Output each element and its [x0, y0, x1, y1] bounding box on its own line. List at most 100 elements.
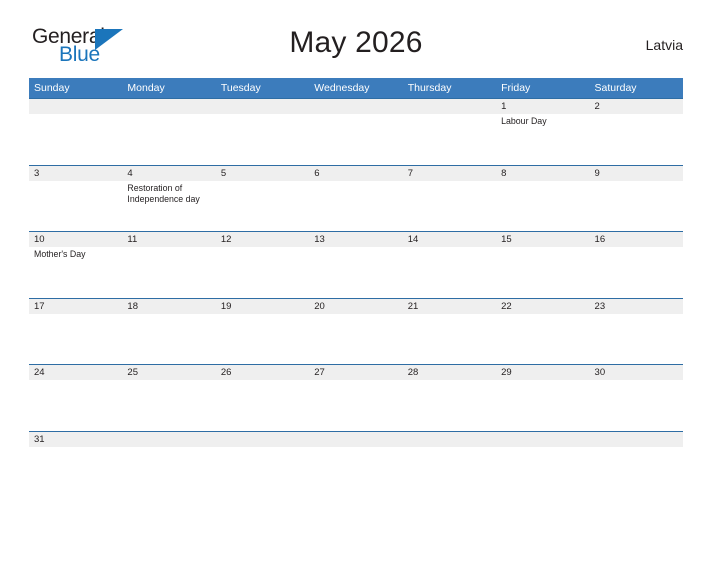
day-event	[216, 114, 309, 164]
day-number[interactable]: 21	[403, 299, 496, 314]
day-number[interactable]: 5	[216, 166, 309, 181]
weekday-header-friday: Friday	[501, 82, 531, 94]
day-number[interactable]: 1	[496, 99, 589, 114]
day-event-strip	[29, 380, 683, 431]
day-event	[216, 181, 309, 231]
day-event	[590, 114, 683, 164]
day-event: Restoration of Independence day	[127, 182, 200, 205]
day-event-strip: Labour Day	[29, 114, 683, 164]
calendar-table: Sunday Monday Tuesday Wednesday Thursday…	[29, 78, 683, 498]
day-event-strip	[29, 313, 683, 364]
day-number[interactable]: 10	[29, 232, 122, 247]
day-number[interactable]: 14	[403, 232, 496, 247]
week-row: 24 25 26 27 28 29 30	[29, 364, 683, 431]
country-label: Latvia	[645, 37, 683, 53]
day-number[interactable]	[309, 99, 402, 114]
day-number[interactable]	[122, 432, 215, 447]
page-title: May 2026	[289, 26, 423, 59]
day-number[interactable]: 4	[122, 166, 215, 181]
day-number[interactable]	[122, 99, 215, 114]
day-event	[590, 447, 683, 497]
day-event	[590, 181, 683, 231]
day-event	[403, 314, 496, 364]
day-number[interactable]: 15	[496, 232, 589, 247]
weekday-header-monday: Monday	[127, 82, 165, 94]
day-number[interactable]: 9	[590, 166, 683, 181]
day-number[interactable]: 20	[309, 299, 402, 314]
week-row: 10 11 12 13 14 15 16 Mother's Day	[29, 231, 683, 298]
day-number[interactable]: 6	[309, 166, 402, 181]
day-number[interactable]: 2	[590, 99, 683, 114]
day-event	[309, 181, 402, 231]
day-event-strip: Restoration of Independence day	[29, 180, 683, 231]
day-event	[216, 314, 309, 364]
day-event-strip	[29, 446, 683, 497]
day-number[interactable]	[403, 99, 496, 114]
day-event	[216, 380, 309, 430]
day-event	[496, 380, 589, 430]
day-number[interactable]	[403, 432, 496, 447]
day-number-strip: 3 4 5 6 7 8 9	[29, 165, 683, 181]
week-row: 1 2 Labour Day	[29, 98, 683, 165]
day-number[interactable]	[309, 432, 402, 447]
day-event	[403, 247, 496, 297]
day-event-strip: Mother's Day	[29, 247, 683, 298]
day-event	[403, 114, 496, 164]
day-number-strip: 10 11 12 13 14 15 16	[29, 232, 683, 248]
weekday-header-saturday: Saturday	[594, 82, 637, 94]
day-number-strip: 1 2	[29, 99, 683, 114]
weekday-header-tuesday: Tuesday	[220, 82, 261, 94]
day-number-strip: 17 18 19 20 21 22 23	[29, 298, 683, 314]
day-number[interactable]: 29	[496, 365, 589, 380]
day-number-strip: 31	[29, 431, 683, 447]
day-number[interactable]: 17	[29, 299, 122, 314]
week-row: 17 18 19 20 21 22 23	[29, 297, 683, 365]
day-number[interactable]: 28	[403, 365, 496, 380]
day-number[interactable]: 3	[29, 166, 122, 181]
week-row: 31	[29, 430, 683, 498]
page-header: General Blue May 2026 Latvia	[29, 22, 683, 78]
day-event	[122, 314, 215, 364]
week-row: 3 4 5 6 7 8 9 Restoration of Independenc…	[29, 164, 683, 232]
day-number[interactable]	[590, 432, 683, 447]
day-number[interactable]: 12	[216, 232, 309, 247]
day-event	[29, 181, 122, 231]
day-number[interactable]: 7	[403, 166, 496, 181]
day-number[interactable]: 27	[309, 365, 402, 380]
day-number[interactable]	[496, 432, 589, 447]
day-event	[29, 314, 122, 364]
day-number[interactable]: 13	[309, 232, 402, 247]
day-number[interactable]	[216, 99, 309, 114]
day-number[interactable]: 11	[122, 232, 215, 247]
day-number[interactable]: 8	[496, 166, 589, 181]
day-event	[122, 114, 215, 164]
weekday-header-sunday: Sunday	[34, 82, 70, 94]
day-event: Labour Day	[501, 116, 547, 126]
day-event	[122, 380, 215, 430]
day-number[interactable]	[216, 432, 309, 447]
day-number[interactable]: 16	[590, 232, 683, 247]
day-event	[216, 447, 309, 497]
day-event	[29, 114, 122, 164]
day-event	[122, 447, 215, 497]
day-event	[309, 114, 402, 164]
day-event	[590, 380, 683, 430]
day-number[interactable]: 22	[496, 299, 589, 314]
day-number[interactable]: 26	[216, 365, 309, 380]
day-event: Mother's Day	[34, 249, 86, 260]
day-number[interactable]: 31	[29, 432, 122, 447]
weekday-header-row: Sunday Monday Tuesday Wednesday Thursday…	[29, 78, 683, 98]
day-number[interactable]: 23	[590, 299, 683, 314]
day-number[interactable]: 25	[122, 365, 215, 380]
day-number[interactable]: 18	[122, 299, 215, 314]
day-event	[29, 447, 122, 497]
day-number[interactable]: 30	[590, 365, 683, 380]
day-event	[590, 247, 683, 297]
day-event	[309, 380, 402, 430]
day-number[interactable]: 19	[216, 299, 309, 314]
weekday-header-thursday: Thursday	[407, 82, 452, 94]
day-number[interactable]: 24	[29, 365, 122, 380]
day-event	[403, 181, 496, 231]
day-number[interactable]	[29, 99, 122, 114]
day-event	[496, 181, 589, 231]
